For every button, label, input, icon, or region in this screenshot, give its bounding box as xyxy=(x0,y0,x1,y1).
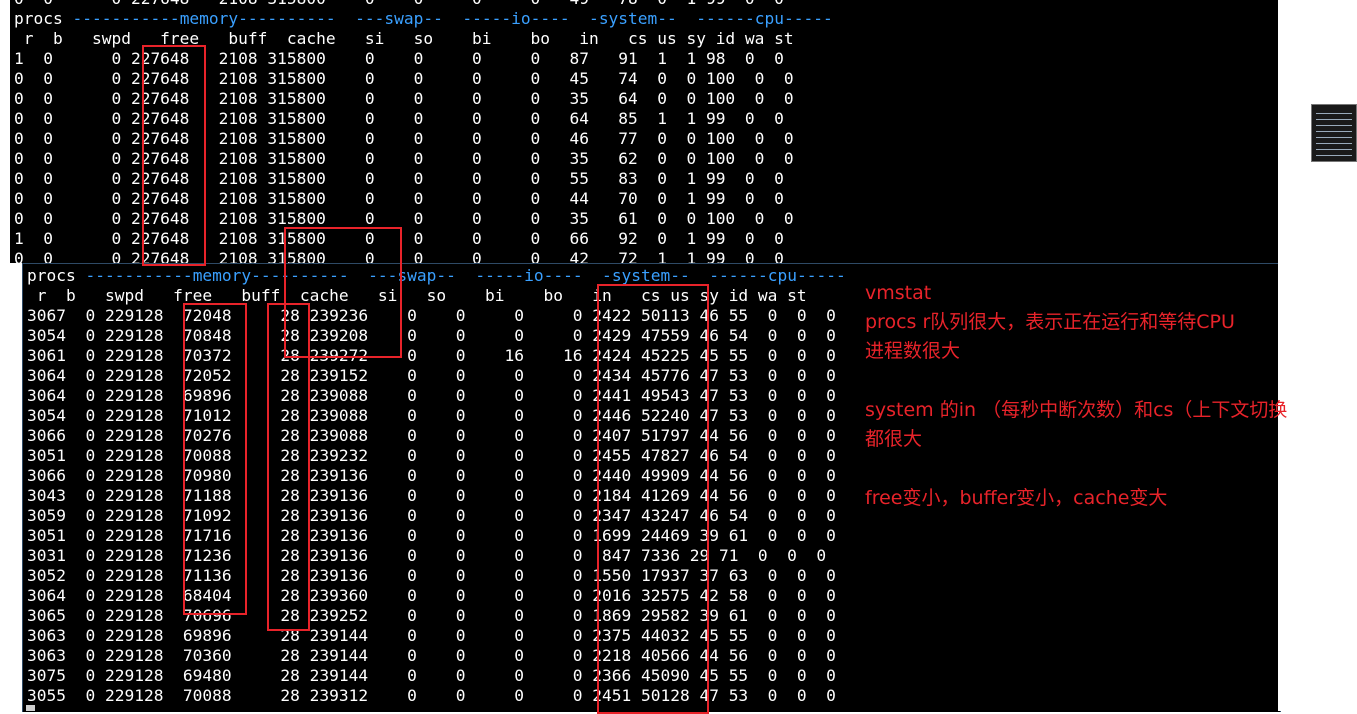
highlight-free-column xyxy=(183,303,247,615)
bottom-row: 3055 0 229128 70088 28 239312 0 0 0 0 24… xyxy=(27,686,836,705)
header-swap: swap xyxy=(384,9,424,28)
highlight-system-in-cs-columns xyxy=(597,284,709,714)
header-swap: swap xyxy=(397,266,437,285)
annotation-procs-r: procs r队列很大，表示正在运行和等待CPU xyxy=(865,311,1235,333)
top-row-partial: 0 0 0 227648 2108 315800 0 0 0 0 49 78 0… xyxy=(14,0,833,9)
header-io: io xyxy=(524,266,544,285)
header-procs: procs xyxy=(14,9,63,28)
annotation-system-cont: 都很大 xyxy=(865,428,923,450)
top-header-groups: procs -----------memory---------- ---swa… xyxy=(14,9,833,28)
top-vmstat-output: 0 0 0 227648 2108 315800 0 0 0 0 49 78 0… xyxy=(14,0,833,263)
top-column-headers: r b swpd free buff cache si so bi bo in … xyxy=(14,29,794,48)
header-memory: memory xyxy=(192,266,252,285)
terminal-scrollbar[interactable] xyxy=(1278,263,1286,711)
top-row: 0 0 0 227648 2108 315800 0 0 0 0 35 62 0… xyxy=(14,149,794,168)
bottom-row: 3064 0 229128 69896 28 239088 0 0 0 0 24… xyxy=(27,386,836,405)
top-row: 0 0 0 227648 2108 315800 0 0 0 0 35 64 0… xyxy=(14,89,794,108)
top-row: 1 0 0 227648 2108 315800 0 0 0 0 66 92 0… xyxy=(14,229,784,248)
top-row: 0 0 0 227648 2108 315800 0 0 0 0 44 70 0… xyxy=(14,189,784,208)
bottom-vmstat-output: procs -----------memory---------- ---swa… xyxy=(27,266,846,706)
bottom-row: 3063 0 229128 69896 28 239144 0 0 0 0 23… xyxy=(27,626,836,645)
bottom-row: 3061 0 229128 70372 28 239272 0 0 16 16 … xyxy=(27,346,836,365)
bottom-row: 3075 0 229128 69480 28 239144 0 0 0 0 23… xyxy=(27,666,836,685)
header-cpu: cpu xyxy=(767,266,798,285)
bottom-column-headers: r b swpd free buff cache si so bi bo in … xyxy=(27,286,807,305)
annotation-system: system 的in （每秒中断次数）和cs（上下文切换 xyxy=(865,399,1288,421)
window-thumbnail[interactable] xyxy=(1311,104,1357,162)
header-system: system xyxy=(598,9,658,28)
bottom-row: 3043 0 229128 71188 28 239136 0 0 0 0 21… xyxy=(27,486,836,505)
top-row: 0 0 0 227648 2108 315800 0 0 0 0 42 72 1… xyxy=(14,249,784,263)
bottom-row: 3063 0 229128 70360 28 239144 0 0 0 0 22… xyxy=(27,646,836,665)
bottom-row: 3054 0 229128 70848 28 239208 0 0 0 0 24… xyxy=(27,326,836,345)
bottom-row: 3054 0 229128 71012 28 239088 0 0 0 0 24… xyxy=(27,406,836,425)
top-row: 0 0 0 227648 2108 315800 0 0 0 0 35 61 0… xyxy=(14,209,794,228)
bottom-row: 3052 0 229128 71136 28 239136 0 0 0 0 15… xyxy=(27,566,836,585)
header-memory: memory xyxy=(179,9,239,28)
bottom-row: 3051 0 229128 70088 28 239232 0 0 0 0 24… xyxy=(27,446,836,465)
bottom-row: 3031 0 229128 71236 28 239136 0 0 0 0 84… xyxy=(27,546,827,565)
top-row: 0 0 0 227648 2108 315800 0 0 0 0 46 77 0… xyxy=(14,129,794,148)
header-io: io xyxy=(511,9,531,28)
bottom-row: 3064 0 229128 68404 28 239360 0 0 0 0 20… xyxy=(27,586,836,605)
highlight-buff-column xyxy=(267,303,310,631)
highlight-top-free-column xyxy=(142,45,206,266)
bottom-header-groups: procs -----------memory---------- ---swa… xyxy=(27,266,846,285)
top-row: 0 0 0 227648 2108 315800 0 0 0 0 55 83 0… xyxy=(14,169,784,188)
bottom-row: 3051 0 229128 71716 28 239136 0 0 0 0 16… xyxy=(27,526,836,545)
annotation-vmstat: vmstat xyxy=(865,282,932,304)
bottom-row: 3066 0 229128 70276 28 239088 0 0 0 0 24… xyxy=(27,426,836,445)
header-procs: procs xyxy=(27,266,76,285)
top-row: 0 0 0 227648 2108 315800 0 0 0 0 64 85 1… xyxy=(14,109,784,128)
bottom-row: 3064 0 229128 72052 28 239152 0 0 0 0 24… xyxy=(27,366,836,385)
top-row: 0 0 0 227648 2108 315800 0 0 0 0 45 74 0… xyxy=(14,69,794,88)
header-cpu: cpu xyxy=(754,9,785,28)
bottom-row: 3059 0 229128 71092 28 239136 0 0 0 0 23… xyxy=(27,506,836,525)
bottom-row: 3065 0 229128 70696 28 239252 0 0 0 0 18… xyxy=(27,606,836,625)
bottom-row: 3066 0 229128 70980 28 239136 0 0 0 0 24… xyxy=(27,466,836,485)
bottom-row: 3067 0 229128 72048 28 239236 0 0 0 0 24… xyxy=(27,306,836,325)
annotation-procs-r-cont: 进程数很大 xyxy=(865,340,961,362)
annotation-memory: free变小，buffer变小，cache变大 xyxy=(865,487,1168,509)
terminal-cursor xyxy=(26,705,35,711)
header-system: system xyxy=(611,266,671,285)
top-row: 1 0 0 227648 2108 315800 0 0 0 0 87 91 1… xyxy=(14,49,784,68)
